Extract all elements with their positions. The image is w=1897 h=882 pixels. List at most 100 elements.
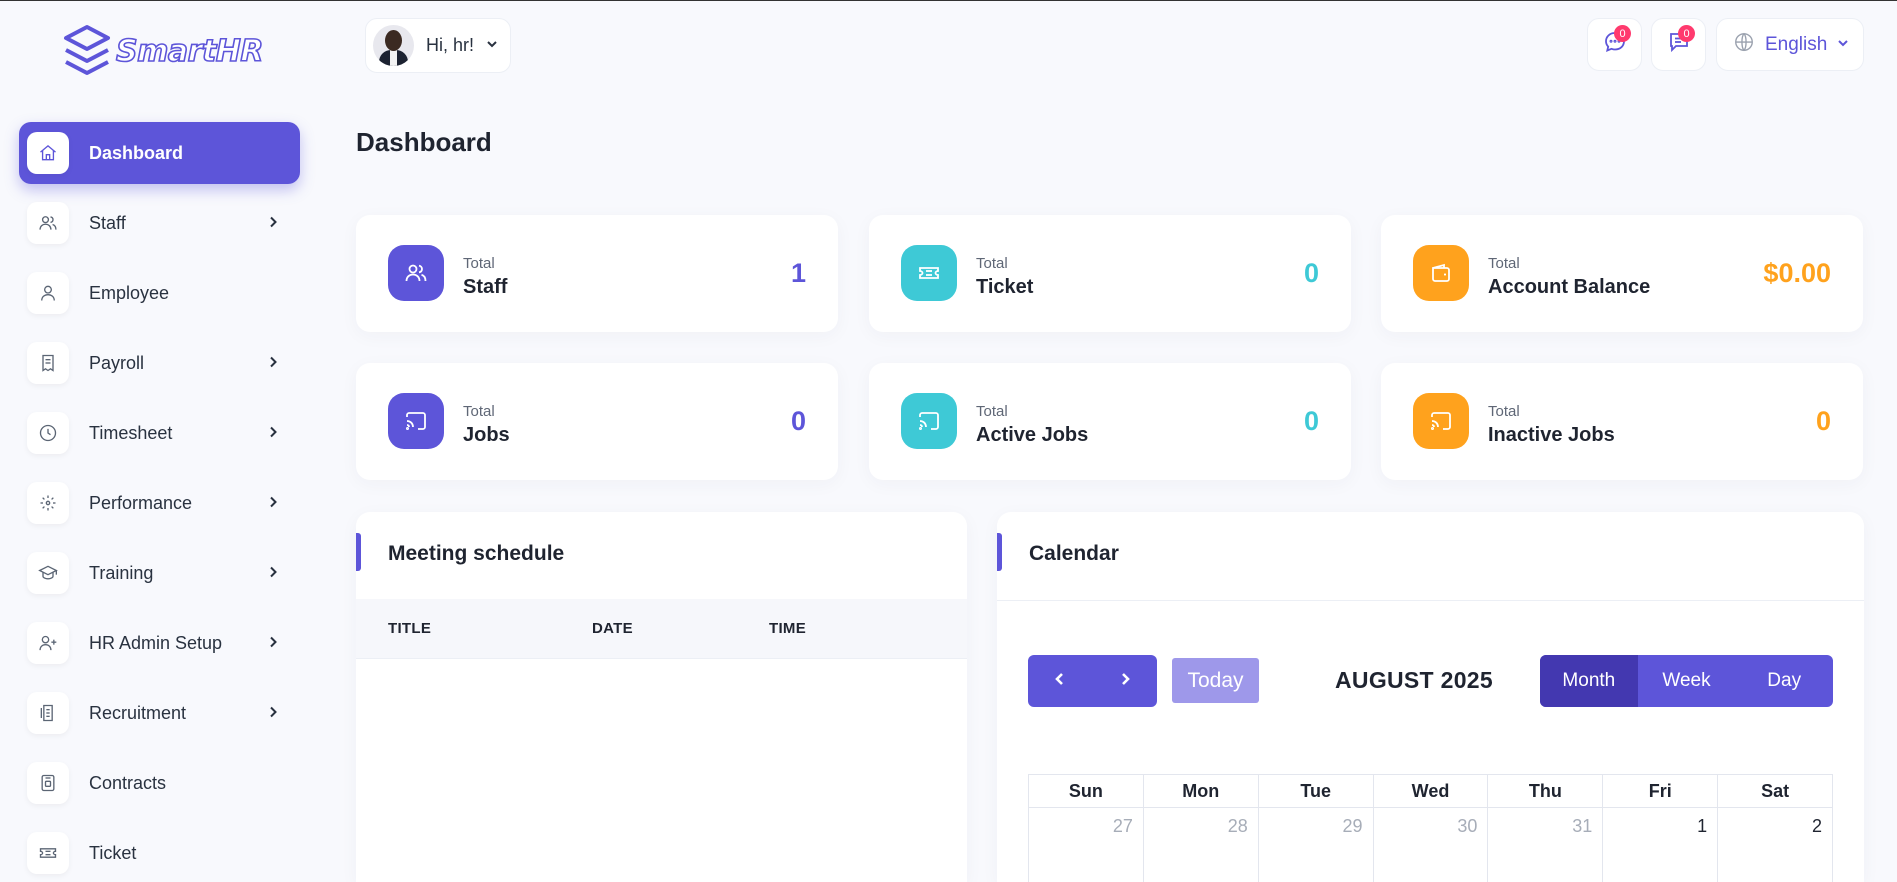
stat-card-inactive-jobs[interactable]: Total Inactive Jobs 0 (1381, 363, 1863, 480)
sidebar-item-label: Timesheet (89, 422, 173, 443)
brand-logo[interactable]: SmartHR (62, 23, 264, 79)
graduation-cap-icon (27, 552, 69, 594)
sidebar-item-recruitment[interactable]: Recruitment (19, 682, 300, 744)
globe-icon (1733, 31, 1755, 58)
user-greeting: Hi, hr! (426, 35, 475, 55)
sidebar-item-dashboard[interactable]: Dashboard (19, 122, 300, 184)
view-day-button[interactable]: Day (1735, 655, 1833, 707)
sidebar: SmartHR Dashboard Staff Employee Payroll Ti… (0, 1, 318, 882)
stat-caption: Total (463, 403, 495, 420)
calendar-day-number: 28 (1227, 816, 1248, 836)
weekday-wed: Wed (1373, 775, 1489, 808)
calendar-day-number: 30 (1457, 816, 1478, 836)
stat-label: Account Balance (1488, 276, 1651, 298)
column-header-date[interactable]: DATE (592, 620, 633, 637)
calendar-day-number: 1 (1697, 816, 1708, 836)
stat-value: 0 (790, 406, 806, 436)
meeting-schedule-card: Meeting schedule TITLE DATE TIME (356, 512, 967, 882)
page-title: Dashboard (356, 127, 492, 157)
chevron-right-icon (266, 425, 280, 439)
cast-icon (901, 393, 957, 449)
calendar-day-cell[interactable]: 1 (1603, 808, 1719, 882)
calendar-day-cell[interactable]: 30 (1374, 808, 1489, 882)
calendar-grid: Sun Mon Tue Wed Thu Fri Sat 27 28 29 30 31 1 2 (1028, 774, 1834, 882)
stat-card-account-balance[interactable]: Total Account Balance $0.00 (1381, 215, 1863, 332)
language-selector[interactable]: English (1716, 18, 1864, 71)
messages-button[interactable]: 0 (1587, 18, 1642, 71)
column-header-title[interactable]: TITLE (388, 620, 431, 637)
stat-caption: Total (1488, 255, 1520, 272)
users-icon (27, 202, 69, 244)
weekday-mon: Mon (1143, 775, 1259, 808)
calendar-week-row: 27 28 29 30 31 1 2 (1029, 808, 1834, 882)
calendar-day-cell[interactable]: 2 (1718, 808, 1834, 882)
stat-label: Ticket (976, 276, 1034, 298)
calendar-day-cell[interactable]: 28 (1144, 808, 1259, 882)
chevron-right-icon (1117, 671, 1133, 692)
wallet-icon (1413, 245, 1469, 301)
today-button[interactable]: Today (1172, 658, 1259, 703)
sidebar-item-label: Dashboard (89, 142, 184, 163)
sidebar-item-label: Recruitment (89, 702, 187, 723)
chevron-right-icon (266, 355, 280, 369)
calendar-day-cell[interactable]: 29 (1259, 808, 1374, 882)
next-month-button[interactable] (1093, 655, 1158, 707)
stat-value: $0.00 (1763, 258, 1831, 288)
sidebar-item-label: Performance (89, 492, 193, 513)
users-icon (388, 245, 444, 301)
cast-icon (1413, 393, 1469, 449)
calendar-view-switcher: Month Week Day (1540, 655, 1833, 707)
view-week-button[interactable]: Week (1638, 655, 1736, 707)
chevron-down-icon (486, 37, 498, 55)
avatar (373, 25, 414, 66)
stat-card-ticket[interactable]: Total Ticket 0 (869, 215, 1351, 332)
calendar-card: Calendar Today AUGUST 2025 Month Week Da… (997, 512, 1864, 882)
card-accent-bar (997, 533, 1002, 571)
calendar-day-cell[interactable]: 31 (1488, 808, 1604, 882)
sidebar-item-label: Contracts (89, 772, 167, 793)
sidebar-item-performance[interactable]: Performance (19, 472, 300, 534)
column-header-time[interactable]: TIME (769, 620, 806, 637)
stat-value: 1 (790, 258, 806, 288)
stat-card-active-jobs[interactable]: Total Active Jobs 0 (869, 363, 1351, 480)
sidebar-item-employee[interactable]: Employee (19, 262, 300, 324)
weekday-fri: Fri (1603, 775, 1719, 808)
cast-icon (388, 393, 444, 449)
sidebar-item-label: Ticket (89, 842, 137, 863)
view-month-button[interactable]: Month (1540, 655, 1638, 707)
ticket-icon (901, 245, 957, 301)
sidebar-item-staff[interactable]: Staff (19, 192, 300, 254)
stat-label: Inactive Jobs (1488, 424, 1615, 446)
notifications-button[interactable]: 0 (1651, 18, 1706, 71)
chevron-right-icon (266, 495, 280, 509)
sidebar-item-timesheet[interactable]: Timesheet (19, 402, 300, 464)
stat-value: 0 (1815, 406, 1831, 436)
sidebar-item-payroll[interactable]: Payroll (19, 332, 300, 394)
chevron-right-icon (266, 635, 280, 649)
weekday-sat: Sat (1718, 775, 1834, 808)
chevron-right-icon (266, 565, 280, 579)
stat-label: Staff (463, 276, 508, 298)
receipt-icon (27, 342, 69, 384)
stat-card-jobs[interactable]: Total Jobs 0 (356, 363, 838, 480)
sidebar-item-training[interactable]: Training (19, 542, 300, 604)
sidebar-item-contracts[interactable]: Contracts (19, 752, 300, 814)
sidebar-nav: Dashboard Staff Employee Payroll Timesheet P… (19, 122, 300, 882)
user-menu[interactable]: Hi, hr! (365, 18, 511, 73)
sidebar-item-ticket[interactable]: Ticket (19, 822, 300, 882)
sidebar-item-hr-admin-setup[interactable]: HR Admin Setup (19, 612, 300, 674)
ticket-icon (27, 832, 69, 874)
stat-value: 0 (1303, 258, 1319, 288)
sidebar-item-label: Staff (89, 212, 126, 233)
calendar-day-number: 29 (1342, 816, 1363, 836)
user-plus-icon (27, 622, 69, 664)
logo-mark-icon (64, 25, 110, 75)
calendar-day-cell[interactable]: 27 (1029, 808, 1144, 882)
stat-card-staff[interactable]: Total Staff 1 (356, 215, 838, 332)
messages-count-badge: 0 (1614, 25, 1631, 42)
notifications-count-badge: 0 (1678, 25, 1695, 42)
stat-caption: Total (976, 255, 1008, 272)
prev-month-button[interactable] (1028, 655, 1093, 707)
sidebar-item-label: Employee (89, 282, 170, 303)
meeting-table-header: TITLE DATE TIME (356, 599, 967, 659)
